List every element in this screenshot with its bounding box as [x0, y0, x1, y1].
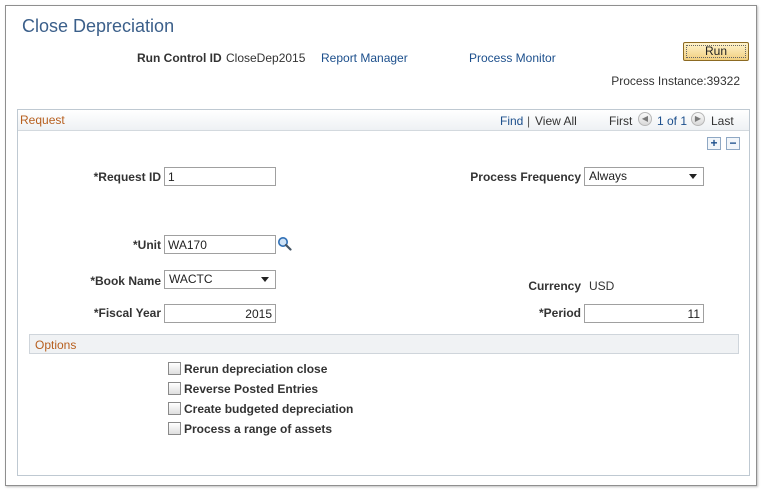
request-title: Request: [20, 113, 65, 127]
run-button[interactable]: Run: [683, 42, 749, 61]
book-name-label: *Book Name: [90, 274, 161, 288]
find-link[interactable]: Find: [500, 114, 523, 128]
chevron-down-icon: [261, 277, 269, 282]
process-range-assets-checkbox[interactable]: [168, 422, 181, 435]
run-control-value: CloseDep2015: [226, 51, 306, 65]
currency-value: USD: [589, 279, 615, 293]
magnifier-icon[interactable]: [277, 236, 292, 251]
request-id-label: *Request ID: [93, 170, 161, 184]
process-monitor-link[interactable]: Process Monitor: [469, 51, 556, 65]
options-header: Options: [29, 334, 739, 354]
report-manager-link[interactable]: Report Manager: [321, 51, 408, 65]
view-all-link[interactable]: View All: [535, 114, 577, 128]
fiscal-year-input[interactable]: [164, 304, 276, 323]
rerun-depreciation-label: Rerun depreciation close: [184, 362, 328, 376]
create-budgeted-depreciation-label: Create budgeted depreciation: [184, 402, 354, 416]
process-range-assets-label: Process a range of assets: [184, 422, 333, 436]
row-count: 1 of 1: [657, 114, 688, 128]
process-instance: Process Instance:39322: [611, 74, 740, 88]
period-label: *Period: [538, 306, 581, 320]
period-input[interactable]: [584, 304, 704, 323]
unit-label: *Unit: [133, 238, 161, 252]
rerun-depreciation-checkbox[interactable]: [168, 362, 181, 375]
request-section: Request Find | View All First ◀ 1 of 1 ▶…: [17, 109, 750, 476]
first-label: First: [609, 114, 633, 128]
page-title: Close Depreciation: [22, 16, 175, 36]
reverse-posted-entries-checkbox[interactable]: [168, 382, 181, 395]
create-budgeted-depreciation-checkbox[interactable]: [168, 402, 181, 415]
run-control-label: Run Control ID: [137, 51, 222, 65]
run-button-label: Run: [704, 44, 727, 58]
options-title: Options: [35, 338, 77, 352]
fiscal-year-label: *Fiscal Year: [93, 306, 161, 320]
process-frequency-select[interactable]: Always: [584, 167, 704, 186]
reverse-posted-entries-label: Reverse Posted Entries: [184, 382, 319, 396]
arrow-right-icon[interactable]: ▶: [691, 112, 705, 126]
request-header: Request Find | View All First ◀ 1 of 1 ▶…: [18, 110, 749, 131]
delete-row-button[interactable]: −: [726, 137, 740, 150]
last-label: Last: [711, 114, 734, 128]
request-id-input[interactable]: [164, 167, 276, 186]
header-separator: |: [527, 114, 531, 128]
process-frequency-label: Process Frequency: [470, 170, 581, 184]
add-row-button[interactable]: +: [707, 137, 721, 150]
unit-input[interactable]: [164, 235, 276, 254]
chevron-down-icon: [689, 174, 697, 179]
currency-label: Currency: [528, 279, 581, 293]
book-name-value: WACTC: [169, 272, 213, 286]
book-name-select[interactable]: WACTC: [164, 270, 276, 289]
process-frequency-value: Always: [589, 169, 628, 183]
arrow-left-icon[interactable]: ◀: [638, 112, 652, 126]
